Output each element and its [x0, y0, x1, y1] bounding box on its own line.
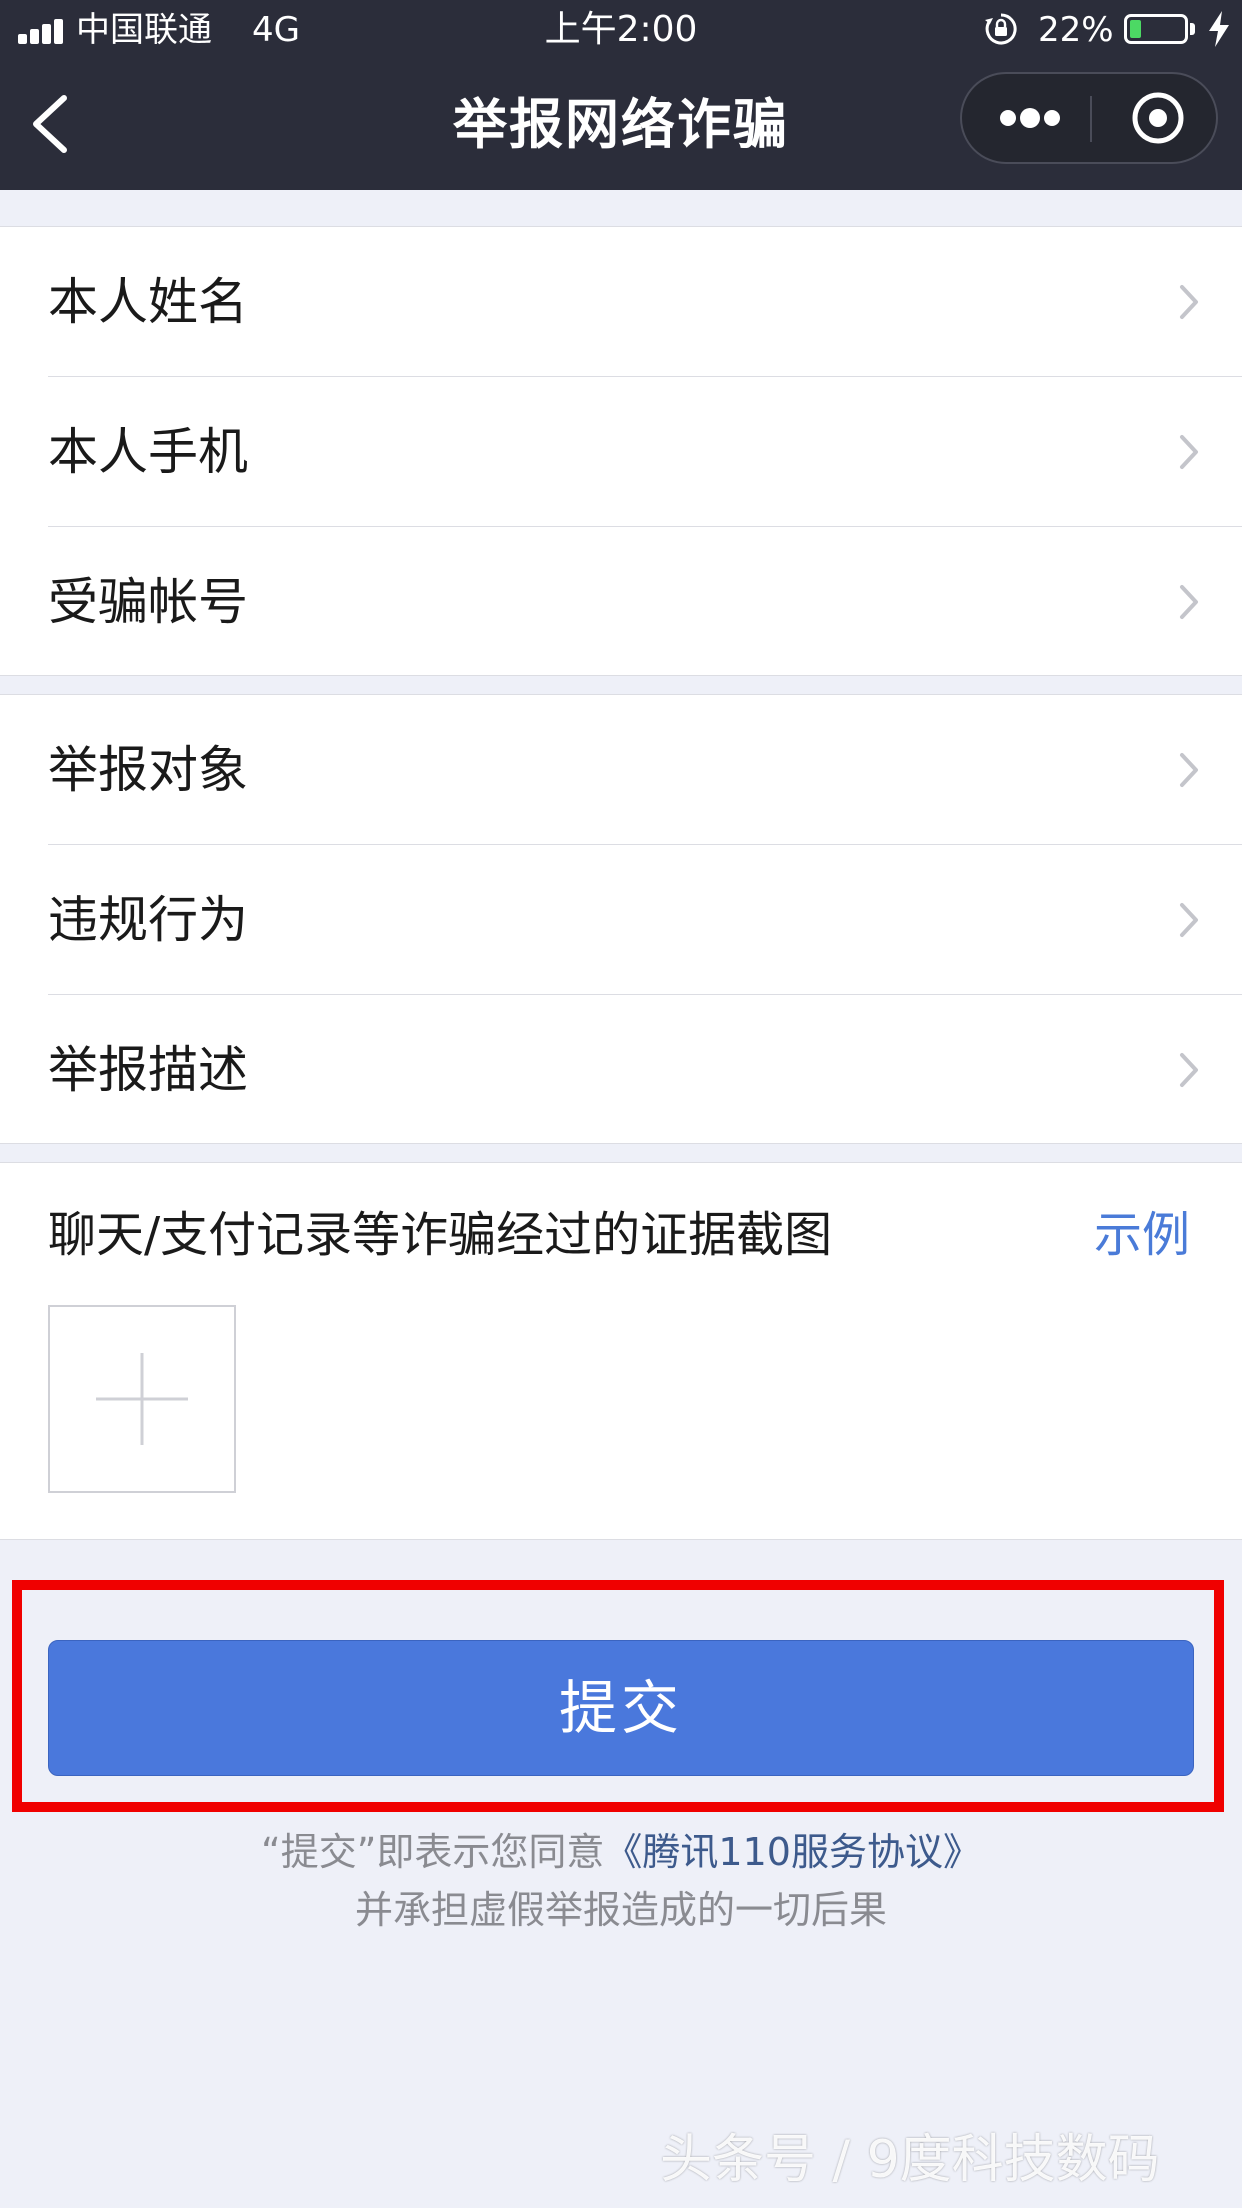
plus-icon — [96, 1353, 188, 1445]
row-label: 本人姓名 — [48, 273, 248, 331]
evidence-group: 聊天/支付记录等诈骗经过的证据截图 示例 — [0, 1162, 1242, 1540]
row-report-target[interactable]: 举报对象 — [0, 695, 1242, 845]
row-name[interactable]: 本人姓名 — [0, 227, 1242, 377]
chevron-right-icon — [1180, 1053, 1198, 1087]
row-label: 举报描述 — [48, 1041, 248, 1099]
status-bar: 中国联通 4G 上午2:00 22% — [0, 0, 1242, 62]
row-violation[interactable]: 违规行为 — [0, 845, 1242, 995]
battery-percent: 22% — [1038, 10, 1114, 50]
more-dots-icon[interactable] — [962, 74, 1090, 162]
nav-bar: 举报网络诈骗 — [0, 62, 1242, 190]
mini-program-capsule — [960, 72, 1218, 164]
example-link[interactable]: 示例 — [1094, 1203, 1190, 1267]
report-info-group: 举报对象 违规行为 举报描述 — [0, 694, 1242, 1144]
agreement-note: 并承担虚假举报造成的一切后果 — [354, 1888, 887, 1932]
chevron-right-icon — [1180, 903, 1198, 937]
capsule-divider — [1090, 96, 1092, 142]
row-label: 违规行为 — [48, 891, 248, 949]
chevron-right-icon — [1180, 435, 1198, 469]
agreement-prefix: “提交”即表示您同意 — [261, 1830, 605, 1874]
app-header: 中国联通 4G 上午2:00 22% 举报网络诈骗 — [0, 0, 1242, 190]
target-circle-icon[interactable] — [1130, 90, 1186, 146]
watermark: 头条号 / 9度科技数码 — [660, 2130, 1160, 2190]
personal-info-group: 本人姓名 本人手机 受骗帐号 — [0, 226, 1242, 676]
row-label: 受骗帐号 — [48, 573, 248, 631]
row-phone[interactable]: 本人手机 — [0, 377, 1242, 527]
chevron-right-icon — [1180, 585, 1198, 619]
row-description[interactable]: 举报描述 — [0, 995, 1242, 1143]
row-account[interactable]: 受骗帐号 — [0, 527, 1242, 675]
row-label: 举报对象 — [48, 741, 248, 799]
add-screenshot-button[interactable] — [48, 1305, 236, 1493]
submit-button[interactable]: 提交 — [48, 1640, 1194, 1776]
charging-bolt-icon — [1209, 11, 1229, 47]
agreement-line: “提交”即表示您同意《腾讯110服务协议》 — [0, 1824, 1242, 1880]
battery-icon — [1124, 14, 1188, 44]
service-agreement-link[interactable]: 《腾讯110服务协议》 — [604, 1830, 981, 1874]
battery-tip — [1190, 23, 1195, 35]
rotation-lock-icon — [985, 13, 1017, 45]
chevron-right-icon — [1180, 753, 1198, 787]
evidence-title: 聊天/支付记录等诈骗经过的证据截图 — [48, 1207, 833, 1263]
row-label: 本人手机 — [48, 423, 248, 481]
chevron-right-icon — [1180, 285, 1198, 319]
